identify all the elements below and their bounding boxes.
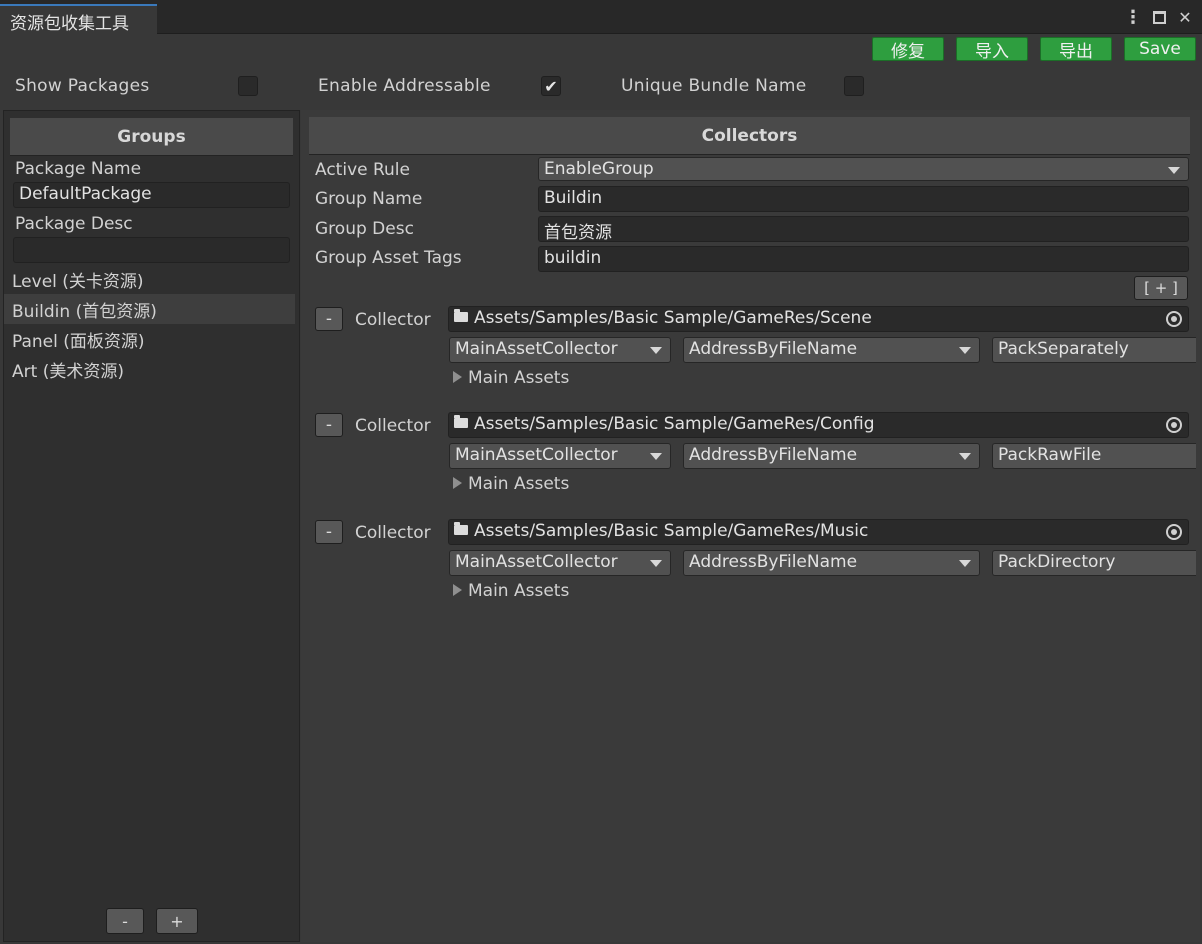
show-packages-label: Show Packages [15,76,150,96]
triangle-right-icon [453,584,462,596]
pack-rule-value: PackDirectory [998,552,1116,572]
collector-type-value: MainAssetCollector [455,339,618,359]
active-rule-label: Active Rule [315,160,410,180]
chevron-down-icon [650,560,662,567]
package-name-label: Package Name [15,159,142,179]
group-tags-field[interactable]: buildin [538,246,1189,272]
collectors-header: Collectors [309,117,1190,155]
foldout-label: Main Assets [468,581,570,601]
active-rule-dropdown[interactable]: EnableGroup [538,157,1189,181]
group-item[interactable]: Panel (面板资源) [4,324,295,354]
unique-bundle-name-checkbox[interactable] [844,76,864,96]
close-icon[interactable]: ✕ [1174,6,1196,28]
collectors-panel: Collectors Active Rule EnableGroup Group… [301,110,1200,942]
object-picker-icon[interactable] [1166,524,1182,540]
window-titlebar: 资源包收集工具 ⋮ ✕ [0,0,1202,35]
window-controls: ⋮ ✕ [1122,6,1196,28]
save-button[interactable]: Save [1124,37,1196,61]
collector-path-field[interactable]: Assets/Samples/Basic Sample/GameRes/Conf… [448,412,1189,438]
show-packages-checkbox[interactable] [238,76,258,96]
collector-type-dropdown[interactable]: MainAssetCollector [449,337,671,363]
toolbar: 修复 导入 导出 Save [872,37,1196,62]
window-tab[interactable]: 资源包收集工具 [0,4,157,35]
active-rule-value: EnableGroup [544,159,654,179]
main-assets-foldout[interactable]: Main Assets [453,474,569,494]
unique-bundle-name-label: Unique Bundle Name [621,76,807,96]
chevron-down-icon [650,453,662,460]
address-rule-dropdown[interactable]: AddressByFileName [683,337,980,363]
chevron-down-icon [959,347,971,354]
pack-rule-dropdown[interactable]: PackRawFile [992,443,1196,469]
remove-group-button[interactable]: - [106,908,144,934]
folder-icon [454,522,468,535]
remove-collector-button[interactable]: - [315,413,343,437]
object-picker-icon[interactable] [1166,311,1182,327]
remove-collector-button[interactable]: - [315,307,343,331]
enable-addressable-checkbox[interactable]: ✔ [541,76,561,96]
collector-label: Collector [355,310,431,330]
pack-rule-value: PackRawFile [998,445,1102,465]
address-rule-value: AddressByFileName [689,339,858,359]
triangle-right-icon [453,371,462,383]
import-button[interactable]: 导入 [956,37,1028,62]
pack-rule-dropdown[interactable]: PackDirectory [992,550,1196,576]
enable-addressable-label: Enable Addressable [318,76,491,96]
group-item[interactable]: Art (美术资源) [4,354,295,384]
collector-path: Assets/Samples/Basic Sample/GameRes/Musi… [474,521,869,541]
group-item[interactable]: Buildin (首包资源) [4,294,295,324]
collector-path: Assets/Samples/Basic Sample/GameRes/Conf… [474,414,875,434]
folder-icon [454,415,468,428]
package-desc-field[interactable] [13,237,290,263]
collector-label: Collector [355,416,431,436]
address-rule-value: AddressByFileName [689,445,858,465]
address-rule-value: AddressByFileName [689,552,858,572]
maximize-icon[interactable] [1148,6,1170,28]
maximize-box [1152,10,1166,24]
pack-rule-dropdown[interactable]: PackSeparately [992,337,1196,363]
group-tags-label: Group Asset Tags [315,248,462,268]
collector-type-value: MainAssetCollector [455,552,618,572]
collector-type-dropdown[interactable]: MainAssetCollector [449,443,671,469]
chevron-down-icon [959,560,971,567]
triangle-right-icon [453,477,462,489]
add-group-button[interactable]: + [156,908,198,934]
options-row: Show Packages Enable Addressable ✔ Uniqu… [0,74,1202,98]
group-desc-label: Group Desc [315,219,414,239]
remove-collector-button[interactable]: - [315,520,343,544]
group-item[interactable]: Level (关卡资源) [4,264,295,294]
pack-rule-value: PackSeparately [998,339,1129,359]
foldout-label: Main Assets [468,368,570,388]
group-desc-field[interactable]: 首包资源 [538,216,1189,243]
collector-path-field[interactable]: Assets/Samples/Basic Sample/GameRes/Musi… [448,519,1189,545]
export-button[interactable]: 导出 [1040,37,1112,62]
collector-type-dropdown[interactable]: MainAssetCollector [449,550,671,576]
add-collector-button[interactable]: [ + ] [1134,276,1188,300]
package-desc-label: Package Desc [15,214,133,234]
group-name-label: Group Name [315,189,423,209]
foldout-label: Main Assets [468,474,570,494]
address-rule-dropdown[interactable]: AddressByFileName [683,550,980,576]
chevron-down-icon [650,347,662,354]
collector-type-value: MainAssetCollector [455,445,618,465]
groups-panel: Groups Package Name DefaultPackage Packa… [3,110,300,942]
collector-path: Assets/Samples/Basic Sample/GameRes/Scen… [474,308,872,328]
more-vert-icon[interactable]: ⋮ [1122,6,1144,28]
collector-label: Collector [355,523,431,543]
chevron-down-icon [1168,167,1180,174]
window-tab-title: 资源包收集工具 [10,14,129,34]
folder-icon [454,309,468,322]
address-rule-dropdown[interactable]: AddressByFileName [683,443,980,469]
groups-header: Groups [10,118,293,156]
object-picker-icon[interactable] [1166,417,1182,433]
collector-path-field[interactable]: Assets/Samples/Basic Sample/GameRes/Scen… [448,306,1189,332]
package-name-field[interactable]: DefaultPackage [13,182,290,208]
fix-button[interactable]: 修复 [872,37,944,62]
main-assets-foldout[interactable]: Main Assets [453,581,569,601]
main-assets-foldout[interactable]: Main Assets [453,368,569,388]
chevron-down-icon [959,453,971,460]
group-name-field[interactable]: Buildin [538,186,1189,212]
